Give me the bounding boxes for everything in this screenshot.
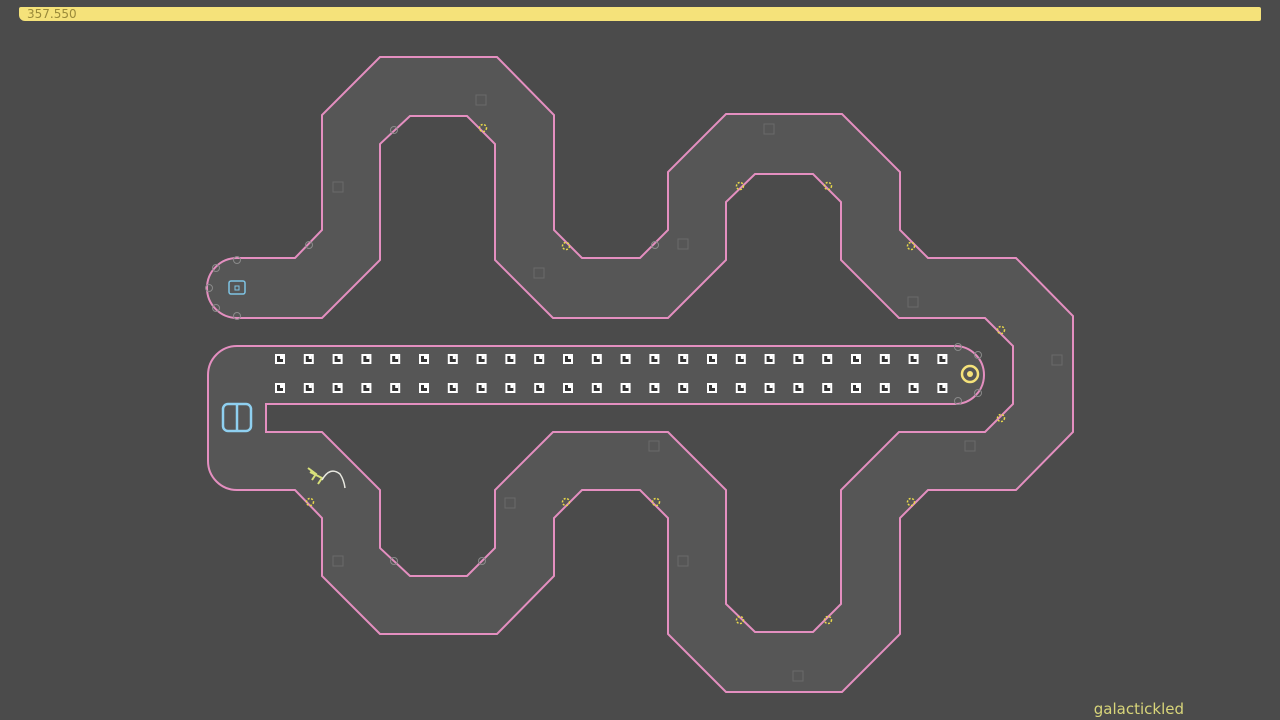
gold-piece — [707, 354, 717, 364]
level-canvas — [205, 56, 1074, 693]
gold-piece — [390, 383, 401, 393]
gold-piece — [937, 354, 948, 364]
gold-piece — [447, 354, 458, 364]
gold-piece — [447, 383, 458, 393]
gold-piece — [678, 383, 689, 393]
gold-piece — [678, 354, 689, 364]
gold-piece — [591, 354, 602, 364]
gold-piece — [505, 354, 516, 364]
gold-piece — [419, 354, 429, 364]
gold-piece — [735, 354, 746, 364]
gold-piece — [591, 383, 602, 393]
gold-piece — [303, 383, 314, 393]
gold-piece — [793, 383, 804, 393]
gold-piece — [534, 383, 545, 393]
gold-piece — [908, 354, 919, 364]
gold-piece — [908, 383, 919, 393]
gold-piece — [534, 354, 545, 364]
gold-piece — [275, 354, 285, 364]
gold-piece — [851, 354, 861, 364]
gold-piece — [735, 383, 746, 393]
gold-piece — [476, 354, 487, 364]
gold-piece — [303, 354, 314, 364]
gold-piece — [937, 383, 948, 393]
gold-piece — [707, 383, 717, 393]
gold-piece — [793, 354, 804, 364]
gold-piece — [390, 354, 401, 364]
gold-piece — [419, 383, 429, 393]
gold-piece — [476, 383, 487, 393]
gold-piece — [764, 383, 775, 393]
gold-piece — [505, 383, 516, 393]
gold-piece — [649, 383, 660, 393]
gold-piece — [361, 354, 372, 364]
level-track — [206, 56, 1074, 693]
gold-piece — [620, 354, 631, 364]
gold-piece — [851, 383, 861, 393]
gold-piece — [649, 354, 660, 364]
gold-piece — [361, 383, 372, 393]
gold-piece — [332, 354, 343, 364]
gold-piece — [764, 354, 775, 364]
gold-piece — [563, 383, 573, 393]
gold-piece — [563, 354, 573, 364]
gold-piece — [879, 383, 890, 393]
gold-piece — [822, 383, 833, 393]
gold-piece — [822, 354, 833, 364]
gold-piece — [275, 383, 285, 393]
gold-piece — [332, 383, 343, 393]
player-name: galactickled — [1093, 700, 1184, 718]
gold-piece — [879, 354, 890, 364]
gold-piece — [620, 383, 631, 393]
